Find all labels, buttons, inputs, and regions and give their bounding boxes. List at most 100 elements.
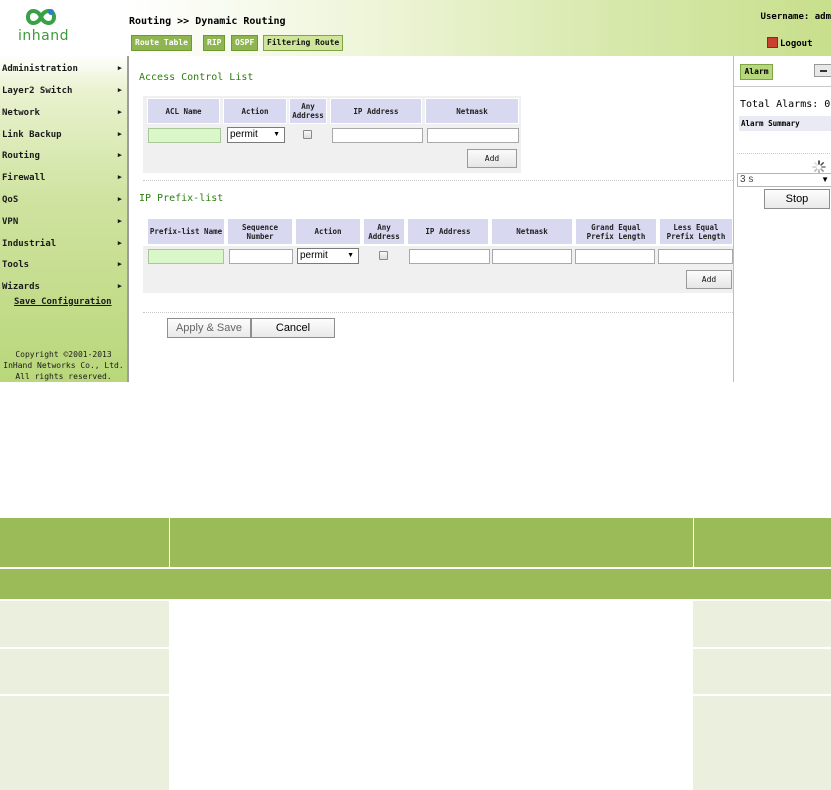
caret-down-icon: ▼ [821, 175, 829, 184]
acl-col-header: Netmask [425, 98, 519, 124]
refresh-interval-value: 3 s [740, 174, 754, 185]
acl-any-address-checkbox[interactable] [303, 130, 312, 139]
prefix-le-length-input[interactable] [658, 249, 733, 264]
sidebar-item-link-backup[interactable]: Link Backup ▶ [2, 127, 124, 145]
divider [734, 86, 831, 87]
table-cell [170, 696, 693, 790]
cancel-button[interactable]: Cancel [251, 318, 335, 338]
copyright-line: All rights reserved. [15, 372, 112, 381]
tab-filtering-route[interactable]: Filtering Route [263, 35, 344, 51]
sidebar-item-label: QoS [2, 195, 19, 205]
acl-action-value: permit [230, 129, 258, 140]
sidebar-item-routing[interactable]: Routing ▶ [2, 148, 124, 166]
copyright-line: InHand Networks Co., Ltd. [3, 361, 124, 370]
sidebar-item-label: Tools [2, 260, 30, 270]
caret-down-icon: ▼ [347, 252, 354, 259]
chevron-right-icon: ▶ [117, 260, 122, 268]
chevron-right-icon: ▶ [117, 64, 122, 72]
divider [143, 180, 733, 181]
sidebar-item-label: Link Backup [2, 130, 62, 140]
data-table [0, 518, 831, 790]
app-window: inhand Administration ▶ Layer2 Switch ▶ Ne… [0, 0, 831, 382]
prefix-ge-length-input[interactable] [575, 249, 655, 264]
table-section-row [0, 568, 831, 599]
acl-name-input[interactable] [148, 128, 221, 143]
sidebar-item-label: VPN [2, 217, 19, 227]
chevron-right-icon: ▶ [117, 86, 122, 94]
tab-route-table[interactable]: Route Table [131, 35, 192, 51]
sidebar-item-tools[interactable]: Tools ▶ [2, 257, 124, 275]
refresh-interval-select[interactable]: 3 s ▼ [737, 173, 831, 187]
prefix-action-select[interactable]: permit ▼ [297, 248, 359, 264]
column-divider [693, 518, 694, 567]
stop-button[interactable]: Stop [764, 189, 830, 209]
sidebar-item-label: Wizards [2, 282, 40, 292]
table-row [0, 648, 831, 694]
main-content: Access Control List ACL Name Action Any … [127, 56, 733, 382]
table-header-row [0, 518, 831, 567]
apply-save-button[interactable]: Apply & Save [167, 318, 251, 338]
copyright-notice: Copyright ©2001-2013 InHand Networks Co.… [0, 349, 127, 382]
sidebar-item-administration[interactable]: Administration ▶ [2, 61, 124, 79]
logout-link[interactable]: Logout [767, 37, 813, 49]
minimize-icon[interactable] [814, 64, 831, 77]
chevron-right-icon: ▶ [117, 282, 122, 290]
prefix-name-input[interactable] [148, 249, 224, 264]
chevron-right-icon: ▶ [117, 217, 122, 225]
caret-down-icon: ▼ [273, 131, 280, 138]
logo-icon [25, 9, 57, 25]
logout-label: Logout [780, 39, 813, 49]
sidebar-item-label: Routing [2, 151, 40, 161]
alarm-panel: Alarm Total Alarms: 0 Alarm Summary 3 s ▼… [733, 56, 831, 382]
chevron-right-icon: ▶ [117, 151, 122, 159]
chevron-right-icon: ▶ [117, 108, 122, 116]
acl-action-select[interactable]: permit ▼ [227, 127, 285, 143]
alarm-tab[interactable]: Alarm [740, 64, 773, 80]
prefix-col-header: Action [295, 218, 361, 245]
sidebar-item-industrial[interactable]: Industrial ▶ [2, 236, 124, 254]
sidebar-item-label: Industrial [2, 239, 57, 249]
prefix-add-button[interactable]: Add [686, 270, 732, 289]
sidebar-item-qos[interactable]: QoS ▶ [2, 192, 124, 210]
prefix-col-header: IP Address [407, 218, 489, 245]
prefix-sequence-input[interactable] [229, 249, 293, 264]
brand-logo: inhand [12, 6, 72, 46]
acl-netmask-input[interactable] [427, 128, 519, 143]
total-alarms-label: Total Alarms: 0 [740, 99, 831, 110]
logo-wordmark: inhand [18, 28, 69, 44]
sidebar-item-network[interactable]: Network ▶ [2, 105, 124, 123]
sidebar-item-firewall[interactable]: Firewall ▶ [2, 170, 124, 188]
sidebar-item-vpn[interactable]: VPN ▶ [2, 214, 124, 232]
sidebar-item-layer2-switch[interactable]: Layer2 Switch ▶ [2, 83, 124, 101]
prefix-col-header: Grand Equal Prefix Length [575, 218, 657, 245]
chevron-right-icon: ▶ [117, 239, 122, 247]
sidebar-item-label: Administration [2, 64, 78, 74]
sidebar-item-label: Network [2, 108, 40, 118]
acl-col-header: Any Address [289, 98, 327, 124]
prefix-col-header: Less Equal Prefix Length [659, 218, 733, 245]
logout-icon [767, 37, 778, 48]
username-label: Username: adm [760, 12, 831, 22]
chevron-right-icon: ▶ [117, 173, 122, 181]
tab-rip[interactable]: RIP [203, 35, 226, 51]
prefix-section-title: IP Prefix-list [139, 193, 224, 204]
prefix-col-header: Netmask [491, 218, 573, 245]
prefix-netmask-input[interactable] [492, 249, 572, 264]
prefix-any-address-checkbox[interactable] [379, 251, 388, 260]
acl-col-header: IP Address [330, 98, 422, 124]
prefix-ip-address-input[interactable] [409, 249, 490, 264]
acl-section-title: Access Control List [139, 72, 254, 83]
chevron-right-icon: ▶ [117, 195, 122, 203]
sidebar-item-label: Layer2 Switch [2, 86, 73, 96]
sidebar-item-wizards[interactable]: Wizards ▶ [2, 279, 124, 297]
divider [143, 312, 733, 313]
sidebar: inhand Administration ▶ Layer2 Switch ▶ Ne… [0, 0, 127, 382]
table-row [0, 695, 831, 790]
acl-col-header: Action [223, 98, 287, 124]
acl-add-button[interactable]: Add [467, 149, 517, 168]
tab-ospf[interactable]: OSPF [231, 35, 259, 51]
acl-ip-address-input[interactable] [332, 128, 423, 143]
top-header: Routing >> Dynamic Routing Username: adm… [127, 0, 831, 56]
breadcrumb: Routing >> Dynamic Routing [129, 16, 286, 27]
save-configuration-link[interactable]: Save Configuration [14, 297, 112, 307]
